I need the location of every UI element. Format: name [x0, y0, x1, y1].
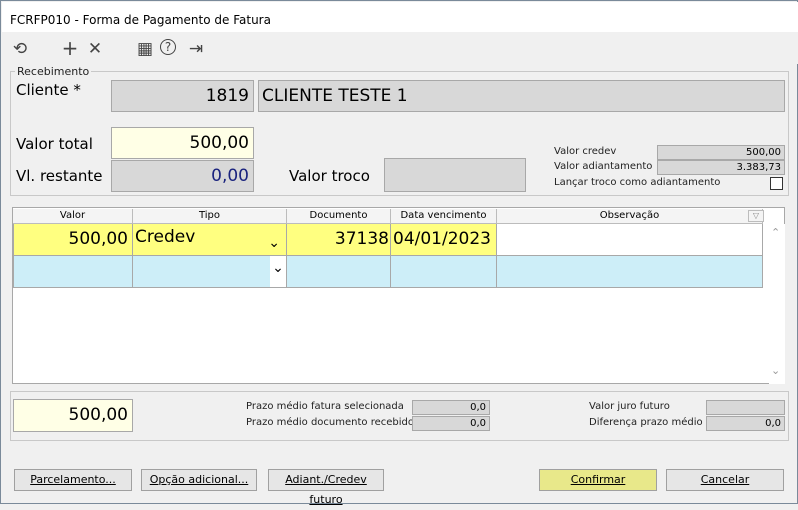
vl-restante-label: Vl. restante: [16, 167, 103, 185]
column-header-documento[interactable]: Documento: [287, 209, 391, 224]
help-icon[interactable]: ?: [160, 39, 176, 55]
row2-data-vencimento[interactable]: [391, 256, 497, 288]
valor-total-field[interactable]: 500,00: [111, 127, 254, 159]
window-title: FCRFP010 - Forma de Pagamento de Fatura: [10, 13, 271, 27]
diferenca-prazo-field: 0,0: [706, 416, 785, 431]
adiant-credev-button[interactable]: Adiant./Credev futuro: [268, 469, 384, 506]
add-icon[interactable]: +: [60, 38, 80, 58]
valor-total-label: Valor total: [16, 135, 93, 153]
prazo-fatura-label: Prazo médio fatura selecionada: [246, 401, 404, 412]
valor-troco-label: Valor troco: [289, 167, 370, 185]
vl-restante-field: 0,00: [111, 160, 254, 192]
row1-tipo-value: Credev: [135, 227, 196, 247]
cliente-label: Cliente *: [16, 81, 81, 99]
row2-valor[interactable]: [13, 256, 133, 288]
confirmar-button[interactable]: Confirmar: [539, 469, 657, 491]
vertical-scrollbar[interactable]: ⌃ ⌄: [769, 224, 785, 384]
juro-futuro-label: Valor juro futuro: [589, 401, 670, 412]
calendar-icon[interactable]: ▦: [135, 39, 155, 59]
row1-valor[interactable]: 500,00: [13, 224, 133, 256]
exit-icon[interactable]: ⇥: [186, 39, 206, 59]
row2-documento[interactable]: [287, 256, 391, 288]
row1-tipo[interactable]: Credev ⌄: [133, 224, 287, 256]
prazo-fatura-field: 0,0: [412, 400, 490, 415]
column-header-valor[interactable]: Valor: [13, 209, 133, 224]
toolbar: ⟲ + ✕ ▦ ? ⇥: [2, 32, 798, 64]
parcelamento-button[interactable]: Parcelamento...: [14, 469, 132, 491]
column-header-data-vencimento[interactable]: Data vencimento: [391, 209, 497, 224]
scroll-up-icon[interactable]: ⌃: [771, 226, 780, 239]
recebimento-label: Recebimento: [15, 65, 92, 78]
cliente-name-field: CLIENTE TESTE 1: [258, 80, 785, 112]
lancar-troco-checkbox[interactable]: [770, 177, 783, 190]
prazo-documento-field: 0,0: [412, 416, 490, 431]
title-bar: FCRFP010 - Forma de Pagamento de Fatura: [2, 2, 798, 32]
cliente-code-field[interactable]: 1819: [111, 80, 254, 112]
valor-credev-label: Valor credev: [554, 146, 617, 157]
valor-adiantamento-label: Valor adiantamento: [554, 161, 653, 172]
column-header-tipo[interactable]: Tipo: [133, 209, 287, 224]
juro-futuro-field: [706, 400, 785, 415]
valor-adiantamento-field: 3.383,73: [657, 160, 785, 175]
row1-data-vencimento[interactable]: 04/01/2023: [391, 224, 497, 256]
row1-documento[interactable]: 37138: [287, 224, 391, 256]
window: FCRFP010 - Forma de Pagamento de Fatura …: [0, 0, 798, 506]
row1-observacao[interactable]: [497, 224, 763, 256]
row2-tipo[interactable]: ⌄: [133, 256, 287, 288]
payments-grid: Valor Tipo Documento Data vencimento Obs…: [12, 207, 785, 384]
scroll-down-icon[interactable]: ⌄: [771, 364, 780, 377]
prazo-documento-label: Prazo médio documento recebido: [246, 417, 414, 428]
lancar-troco-label: Lançar troco como adiantamento: [554, 177, 721, 188]
opcao-adicional-button[interactable]: Opção adicional...: [141, 469, 257, 491]
chevron-down-icon[interactable]: ⌄: [268, 230, 280, 255]
filter-icon[interactable]: ▽: [748, 210, 764, 222]
refresh-icon[interactable]: ⟲: [10, 39, 30, 59]
row2-observacao[interactable]: [497, 256, 763, 288]
valor-credev-field: 500,00: [657, 145, 785, 160]
delete-icon[interactable]: ✕: [85, 39, 105, 59]
cancelar-button[interactable]: Cancelar: [666, 469, 784, 491]
total-field: 500,00: [13, 399, 133, 432]
column-header-observacao[interactable]: Observação: [497, 209, 763, 224]
chevron-down-icon[interactable]: ⌄: [270, 256, 286, 287]
valor-troco-field: [384, 158, 526, 192]
diferenca-prazo-label: Diferença prazo médio: [589, 417, 703, 428]
